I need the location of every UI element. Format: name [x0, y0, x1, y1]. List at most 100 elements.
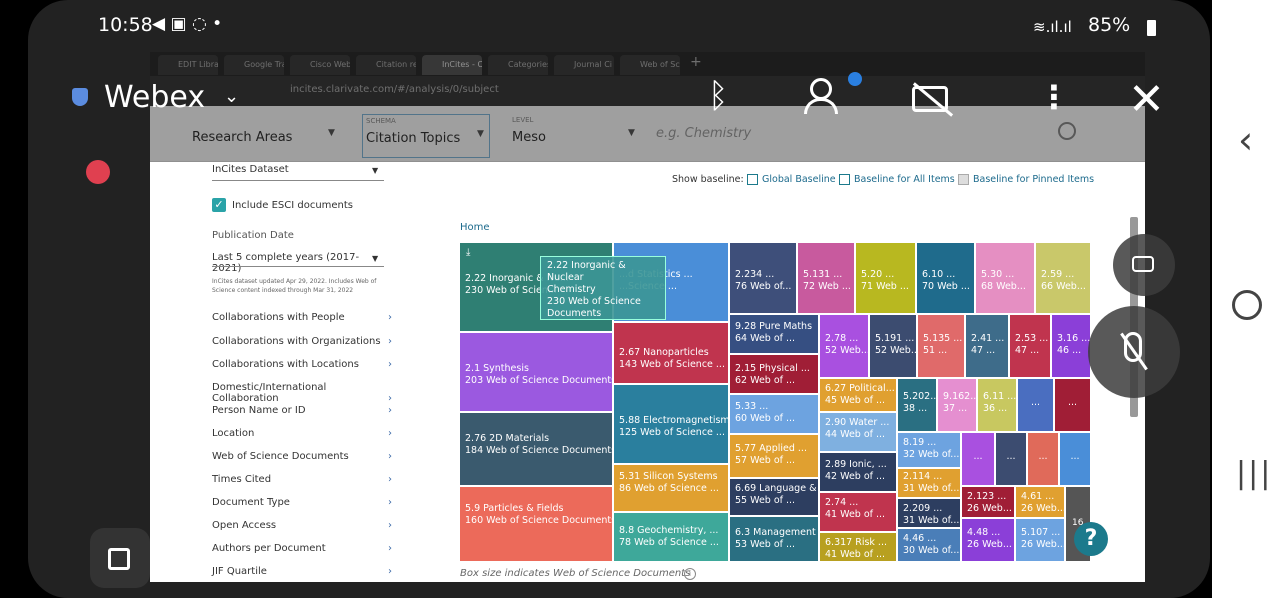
treemap-tile[interactable]: 6.11 ... 36 ... [977, 378, 1017, 432]
pinned-baseline-checkbox[interactable] [958, 174, 969, 185]
esci-label: Include ESCI documents [232, 200, 354, 211]
treemap-tile[interactable]: 2.89 Ionic, ... 42 Web of ... [819, 452, 897, 492]
tile-title: 9.28 Pure Maths [735, 321, 813, 332]
sidebar-item-authors[interactable]: Authors per Document › [212, 543, 392, 554]
treemap-tile[interactable]: 5.20 ... 71 Web ... [855, 242, 916, 314]
chevron-right-icon: › [388, 336, 392, 347]
sidebar-item-times-cited[interactable]: Times Cited › [212, 474, 392, 485]
treemap-tile[interactable]: 6.69 Language & ...55 Web of ... [729, 478, 819, 516]
battery-level: 85% [1088, 14, 1131, 36]
treemap-tile[interactable]: 5.131 ... 72 Web ... [797, 242, 855, 314]
treemap-tile[interactable]: ... [1054, 378, 1091, 432]
treemap-tile[interactable]: 2.59 ... 66 Web... [1035, 242, 1091, 314]
sidebar-item-wos-docs[interactable]: Web of Science Documents › [212, 451, 392, 462]
treemap-tile[interactable]: 2.1 Synthesis 203 Web of Science Document… [459, 332, 613, 412]
treemap-tile[interactable]: 2.114 ... 31 Web of... [897, 468, 961, 498]
treemap-tile[interactable]: 8.8 Geochemistry, ... 78 Web of Science .… [613, 512, 729, 562]
treemap-tile[interactable]: 5.30 ... 68 Web... [975, 242, 1035, 314]
sidebar-item-jif[interactable]: JIF Quartile › [212, 566, 392, 577]
back-icon[interactable]: ‹ [1238, 118, 1253, 162]
sidebar-item-domestic-intl[interactable]: Domestic/International Collaboration › [212, 382, 392, 404]
treemap-tile[interactable]: ... [995, 432, 1027, 486]
share-button[interactable] [90, 528, 150, 588]
pinned-baseline-label[interactable]: Baseline for Pinned Items [973, 174, 1094, 185]
esci-checkbox[interactable]: ✓ [212, 198, 226, 212]
treemap-tile[interactable]: ... [1017, 378, 1054, 432]
treemap-tile[interactable]: 2.76 2D Materials 184 Web of Science Docu… [459, 412, 613, 486]
minimize-button[interactable] [1113, 234, 1175, 296]
chevron-right-icon: › [388, 405, 392, 416]
sidebar-item-person[interactable]: Person Name or ID › [212, 405, 392, 416]
treemap-tile[interactable]: 8.19 ... 32 Web of... [897, 432, 961, 468]
sidebar-item-doc-type[interactable]: Document Type › [212, 497, 392, 508]
treemap-tile[interactable]: 3.16 ... 46 ... [1051, 314, 1091, 378]
treemap-tile[interactable]: 2.41 ... 47 ... [965, 314, 1009, 378]
info-icon[interactable]: i [684, 568, 696, 580]
tile-count: 44 Web of ... [825, 429, 886, 440]
chevron-right-icon: › [388, 428, 392, 439]
treemap-tile[interactable]: 4.48 ... 26 Web... [961, 518, 1015, 562]
treemap-tile[interactable]: ... [961, 432, 995, 486]
treemap-tile[interactable]: 5.9 Particles & Fields 160 Web of Science… [459, 486, 613, 562]
treemap-tile[interactable]: 5.135 ... 51 ... [917, 314, 965, 378]
treemap-tile[interactable]: 5.107 ... 26 Web... [1015, 518, 1065, 562]
treemap-tile[interactable]: 9.162... 37 ... [937, 378, 977, 432]
treemap-tile[interactable]: 6.10 ... 70 Web ... [916, 242, 975, 314]
tile-title: 2.53 ... [1015, 333, 1049, 344]
system-nav-bar: ‹ ||| [1212, 0, 1284, 598]
all-items-baseline-checkbox[interactable] [839, 174, 850, 185]
sidebar-item-collab-locations[interactable]: Collaborations with Locations › [212, 359, 392, 370]
breadcrumb-home[interactable]: Home [460, 222, 490, 233]
dataset-select[interactable]: InCites Dataset [212, 164, 289, 175]
sidebar-item-collab-people[interactable]: Collaborations with People › [212, 312, 392, 323]
treemap-tile[interactable]: 4.46 ... 30 Web of... [897, 528, 961, 562]
treemap-tile[interactable]: 2.123 ... 26 Web... [961, 486, 1015, 518]
bluetooth-icon[interactable]: ᛒ [708, 76, 728, 116]
all-items-baseline-label[interactable]: Baseline for All Items [854, 174, 955, 185]
tile-title: 2.90 Water ... [825, 417, 890, 428]
treemap-tile[interactable]: 6.27 Political... 45 Web of ... [819, 378, 897, 412]
treemap-tile[interactable]: 2.15 Physical ... 62 Web of ... [729, 354, 819, 394]
publication-date-label: Publication Date [212, 230, 294, 241]
treemap-tile[interactable]: 6.3 Management 53 Web of ... [729, 516, 819, 562]
treemap-tile[interactable]: 2.74 ... 41 Web of ... [819, 492, 897, 532]
treemap-tile[interactable]: 5.33 ... 60 Web of ... [729, 394, 819, 434]
recent-apps-icon[interactable]: ||| [1236, 456, 1272, 491]
treemap-tile[interactable]: 5.191 ... 52 Web... [869, 314, 917, 378]
treemap-tile[interactable]: 5.88 Electromagnetism 125 Web of Science … [613, 384, 729, 464]
treemap-tile[interactable]: 2.209 ... 31 Web of... [897, 498, 961, 528]
tooltip-line: 2.22 Inorganic & Nuclear [547, 260, 626, 283]
treemap-tile[interactable]: 5.31 Silicon Systems 86 Web of Science ..… [613, 464, 729, 512]
divider [212, 266, 384, 267]
mute-button[interactable] [1088, 306, 1180, 398]
treemap-tile[interactable]: ... [1027, 432, 1059, 486]
treemap-tile[interactable]: 2.234 ... 76 Web of... [729, 242, 797, 314]
treemap-tile[interactable]: 2.78 ... 52 Web... [819, 314, 869, 378]
close-icon[interactable]: ✕ [1128, 74, 1165, 125]
home-icon[interactable] [1232, 290, 1262, 320]
treemap-tile[interactable]: 2.67 Nanoparticles 143 Web of Science ... [613, 322, 729, 384]
treemap-tile[interactable]: 5.202... 38 ... [897, 378, 937, 432]
download-icon[interactable]: ⤓ [466, 247, 470, 259]
treemap-tile[interactable]: 6.317 Risk ... 41 Web of ... [819, 532, 897, 562]
window-icon [1132, 256, 1154, 272]
sidebar-item-location[interactable]: Location › [212, 428, 392, 439]
treemap-tile[interactable]: ... [1059, 432, 1091, 486]
global-baseline-label[interactable]: Global Baseline [762, 174, 836, 185]
treemap-tile[interactable]: 2.53 ... 47 ... [1009, 314, 1051, 378]
treemap-tile[interactable]: 9.28 Pure Maths 64 Web of ... [729, 314, 819, 354]
sidebar-item-open-access[interactable]: Open Access › [212, 520, 392, 531]
treemap-tile[interactable]: 2.90 Water ... 44 Web of ... [819, 412, 897, 452]
chevron-down-icon[interactable]: ⌄ [224, 86, 239, 107]
webex-title[interactable]: Webex [104, 80, 205, 115]
treemap-tile[interactable]: 4.61 ... 26 Web... [1015, 486, 1065, 518]
participants-icon[interactable] [804, 78, 844, 118]
tile-count: 86 Web of Science ... [619, 483, 719, 494]
more-options-icon[interactable]: ⋮ [1038, 78, 1070, 116]
global-baseline-checkbox[interactable] [747, 174, 758, 185]
treemap-tile[interactable]: 5.77 Applied ... 57 Web of ... [729, 434, 819, 478]
tile-title: 2.59 ... [1041, 269, 1075, 280]
notification-dot [848, 72, 862, 86]
publication-date-select[interactable]: Last 5 complete years (2017-2021) [212, 252, 387, 274]
sidebar-item-collab-orgs[interactable]: Collaborations with Organizations › [212, 336, 392, 347]
